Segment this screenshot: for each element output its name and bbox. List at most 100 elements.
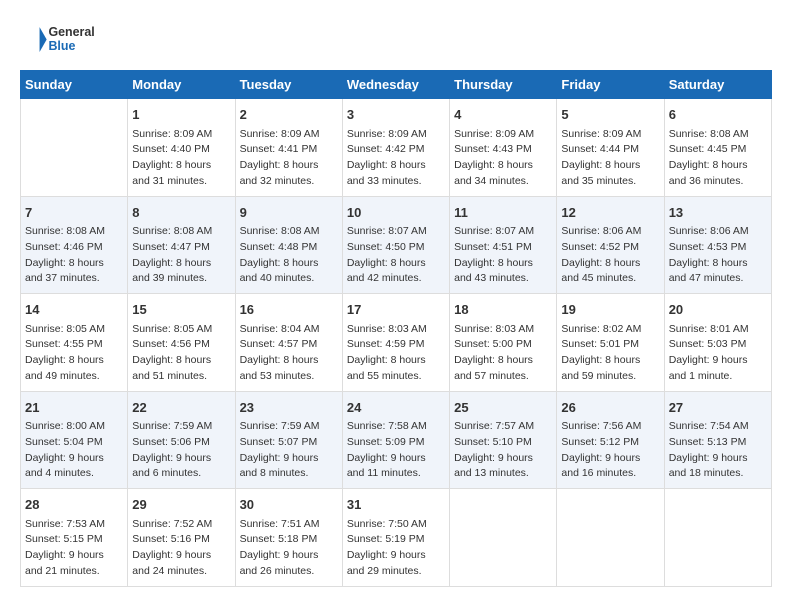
calendar-table: SundayMondayTuesdayWednesdayThursdayFrid… [20,70,772,587]
calendar-cell: 19Sunrise: 8:02 AMSunset: 5:01 PMDayligh… [557,294,664,392]
day-number: 19 [561,300,659,320]
day-info: Sunrise: 7:58 AMSunset: 5:09 PMDaylight:… [347,419,445,482]
day-info: Sunrise: 8:05 AMSunset: 4:56 PMDaylight:… [132,322,230,385]
day-info: Sunrise: 7:57 AMSunset: 5:10 PMDaylight:… [454,419,552,482]
calendar-cell: 28Sunrise: 7:53 AMSunset: 5:15 PMDayligh… [21,489,128,587]
header-row: SundayMondayTuesdayWednesdayThursdayFrid… [21,71,772,99]
calendar-cell: 15Sunrise: 8:05 AMSunset: 4:56 PMDayligh… [128,294,235,392]
week-row-3: 14Sunrise: 8:05 AMSunset: 4:55 PMDayligh… [21,294,772,392]
day-number: 30 [240,495,338,515]
day-number: 31 [347,495,445,515]
calendar-cell: 6Sunrise: 8:08 AMSunset: 4:45 PMDaylight… [664,99,771,197]
day-number: 1 [132,105,230,125]
calendar-cell: 17Sunrise: 8:03 AMSunset: 4:59 PMDayligh… [342,294,449,392]
day-number: 11 [454,203,552,223]
calendar-cell: 9Sunrise: 8:08 AMSunset: 4:48 PMDaylight… [235,196,342,294]
logo-svg: General Blue [20,20,100,60]
day-number: 25 [454,398,552,418]
day-info: Sunrise: 8:07 AMSunset: 4:50 PMDaylight:… [347,224,445,287]
day-info: Sunrise: 8:01 AMSunset: 5:03 PMDaylight:… [669,322,767,385]
week-row-5: 28Sunrise: 7:53 AMSunset: 5:15 PMDayligh… [21,489,772,587]
day-number: 22 [132,398,230,418]
day-number: 2 [240,105,338,125]
day-number: 21 [25,398,123,418]
day-info: Sunrise: 8:02 AMSunset: 5:01 PMDaylight:… [561,322,659,385]
day-number: 26 [561,398,659,418]
day-number: 15 [132,300,230,320]
day-number: 9 [240,203,338,223]
day-number: 23 [240,398,338,418]
day-info: Sunrise: 8:08 AMSunset: 4:48 PMDaylight:… [240,224,338,287]
day-info: Sunrise: 7:59 AMSunset: 5:07 PMDaylight:… [240,419,338,482]
day-info: Sunrise: 7:52 AMSunset: 5:16 PMDaylight:… [132,517,230,580]
day-number: 3 [347,105,445,125]
day-info: Sunrise: 8:03 AMSunset: 4:59 PMDaylight:… [347,322,445,385]
calendar-cell: 7Sunrise: 8:08 AMSunset: 4:46 PMDaylight… [21,196,128,294]
calendar-cell: 2Sunrise: 8:09 AMSunset: 4:41 PMDaylight… [235,99,342,197]
week-row-2: 7Sunrise: 8:08 AMSunset: 4:46 PMDaylight… [21,196,772,294]
calendar-cell: 10Sunrise: 8:07 AMSunset: 4:50 PMDayligh… [342,196,449,294]
calendar-cell: 25Sunrise: 7:57 AMSunset: 5:10 PMDayligh… [450,391,557,489]
calendar-cell: 8Sunrise: 8:08 AMSunset: 4:47 PMDaylight… [128,196,235,294]
day-info: Sunrise: 8:03 AMSunset: 5:00 PMDaylight:… [454,322,552,385]
day-info: Sunrise: 7:59 AMSunset: 5:06 PMDaylight:… [132,419,230,482]
column-header-sunday: Sunday [21,71,128,99]
calendar-cell [450,489,557,587]
calendar-cell: 3Sunrise: 8:09 AMSunset: 4:42 PMDaylight… [342,99,449,197]
day-number: 24 [347,398,445,418]
day-info: Sunrise: 8:06 AMSunset: 4:53 PMDaylight:… [669,224,767,287]
day-info: Sunrise: 8:09 AMSunset: 4:43 PMDaylight:… [454,127,552,190]
calendar-cell: 20Sunrise: 8:01 AMSunset: 5:03 PMDayligh… [664,294,771,392]
calendar-cell: 24Sunrise: 7:58 AMSunset: 5:09 PMDayligh… [342,391,449,489]
column-header-wednesday: Wednesday [342,71,449,99]
calendar-cell: 22Sunrise: 7:59 AMSunset: 5:06 PMDayligh… [128,391,235,489]
column-header-friday: Friday [557,71,664,99]
day-number: 6 [669,105,767,125]
column-header-saturday: Saturday [664,71,771,99]
calendar-cell [21,99,128,197]
calendar-cell: 13Sunrise: 8:06 AMSunset: 4:53 PMDayligh… [664,196,771,294]
day-info: Sunrise: 8:08 AMSunset: 4:45 PMDaylight:… [669,127,767,190]
day-number: 17 [347,300,445,320]
day-number: 28 [25,495,123,515]
day-number: 20 [669,300,767,320]
day-number: 8 [132,203,230,223]
day-info: Sunrise: 8:08 AMSunset: 4:46 PMDaylight:… [25,224,123,287]
day-info: Sunrise: 7:53 AMSunset: 5:15 PMDaylight:… [25,517,123,580]
day-info: Sunrise: 8:09 AMSunset: 4:44 PMDaylight:… [561,127,659,190]
calendar-cell: 23Sunrise: 7:59 AMSunset: 5:07 PMDayligh… [235,391,342,489]
day-number: 4 [454,105,552,125]
day-number: 16 [240,300,338,320]
calendar-cell: 5Sunrise: 8:09 AMSunset: 4:44 PMDaylight… [557,99,664,197]
day-info: Sunrise: 8:06 AMSunset: 4:52 PMDaylight:… [561,224,659,287]
day-info: Sunrise: 7:50 AMSunset: 5:19 PMDaylight:… [347,517,445,580]
column-header-thursday: Thursday [450,71,557,99]
day-number: 7 [25,203,123,223]
day-info: Sunrise: 8:00 AMSunset: 5:04 PMDaylight:… [25,419,123,482]
calendar-cell: 11Sunrise: 8:07 AMSunset: 4:51 PMDayligh… [450,196,557,294]
calendar-cell: 27Sunrise: 7:54 AMSunset: 5:13 PMDayligh… [664,391,771,489]
day-info: Sunrise: 8:09 AMSunset: 4:42 PMDaylight:… [347,127,445,190]
day-info: Sunrise: 8:09 AMSunset: 4:40 PMDaylight:… [132,127,230,190]
day-info: Sunrise: 8:09 AMSunset: 4:41 PMDaylight:… [240,127,338,190]
day-number: 27 [669,398,767,418]
day-number: 18 [454,300,552,320]
column-header-monday: Monday [128,71,235,99]
day-info: Sunrise: 8:04 AMSunset: 4:57 PMDaylight:… [240,322,338,385]
day-number: 10 [347,203,445,223]
day-info: Sunrise: 8:07 AMSunset: 4:51 PMDaylight:… [454,224,552,287]
day-info: Sunrise: 7:51 AMSunset: 5:18 PMDaylight:… [240,517,338,580]
day-info: Sunrise: 8:08 AMSunset: 4:47 PMDaylight:… [132,224,230,287]
calendar-cell: 30Sunrise: 7:51 AMSunset: 5:18 PMDayligh… [235,489,342,587]
calendar-cell [664,489,771,587]
calendar-cell: 4Sunrise: 8:09 AMSunset: 4:43 PMDaylight… [450,99,557,197]
day-number: 29 [132,495,230,515]
column-header-tuesday: Tuesday [235,71,342,99]
header: General Blue [20,20,772,60]
svg-text:General: General [48,25,94,39]
day-info: Sunrise: 7:54 AMSunset: 5:13 PMDaylight:… [669,419,767,482]
day-info: Sunrise: 8:05 AMSunset: 4:55 PMDaylight:… [25,322,123,385]
day-number: 5 [561,105,659,125]
calendar-cell: 12Sunrise: 8:06 AMSunset: 4:52 PMDayligh… [557,196,664,294]
calendar-cell: 14Sunrise: 8:05 AMSunset: 4:55 PMDayligh… [21,294,128,392]
